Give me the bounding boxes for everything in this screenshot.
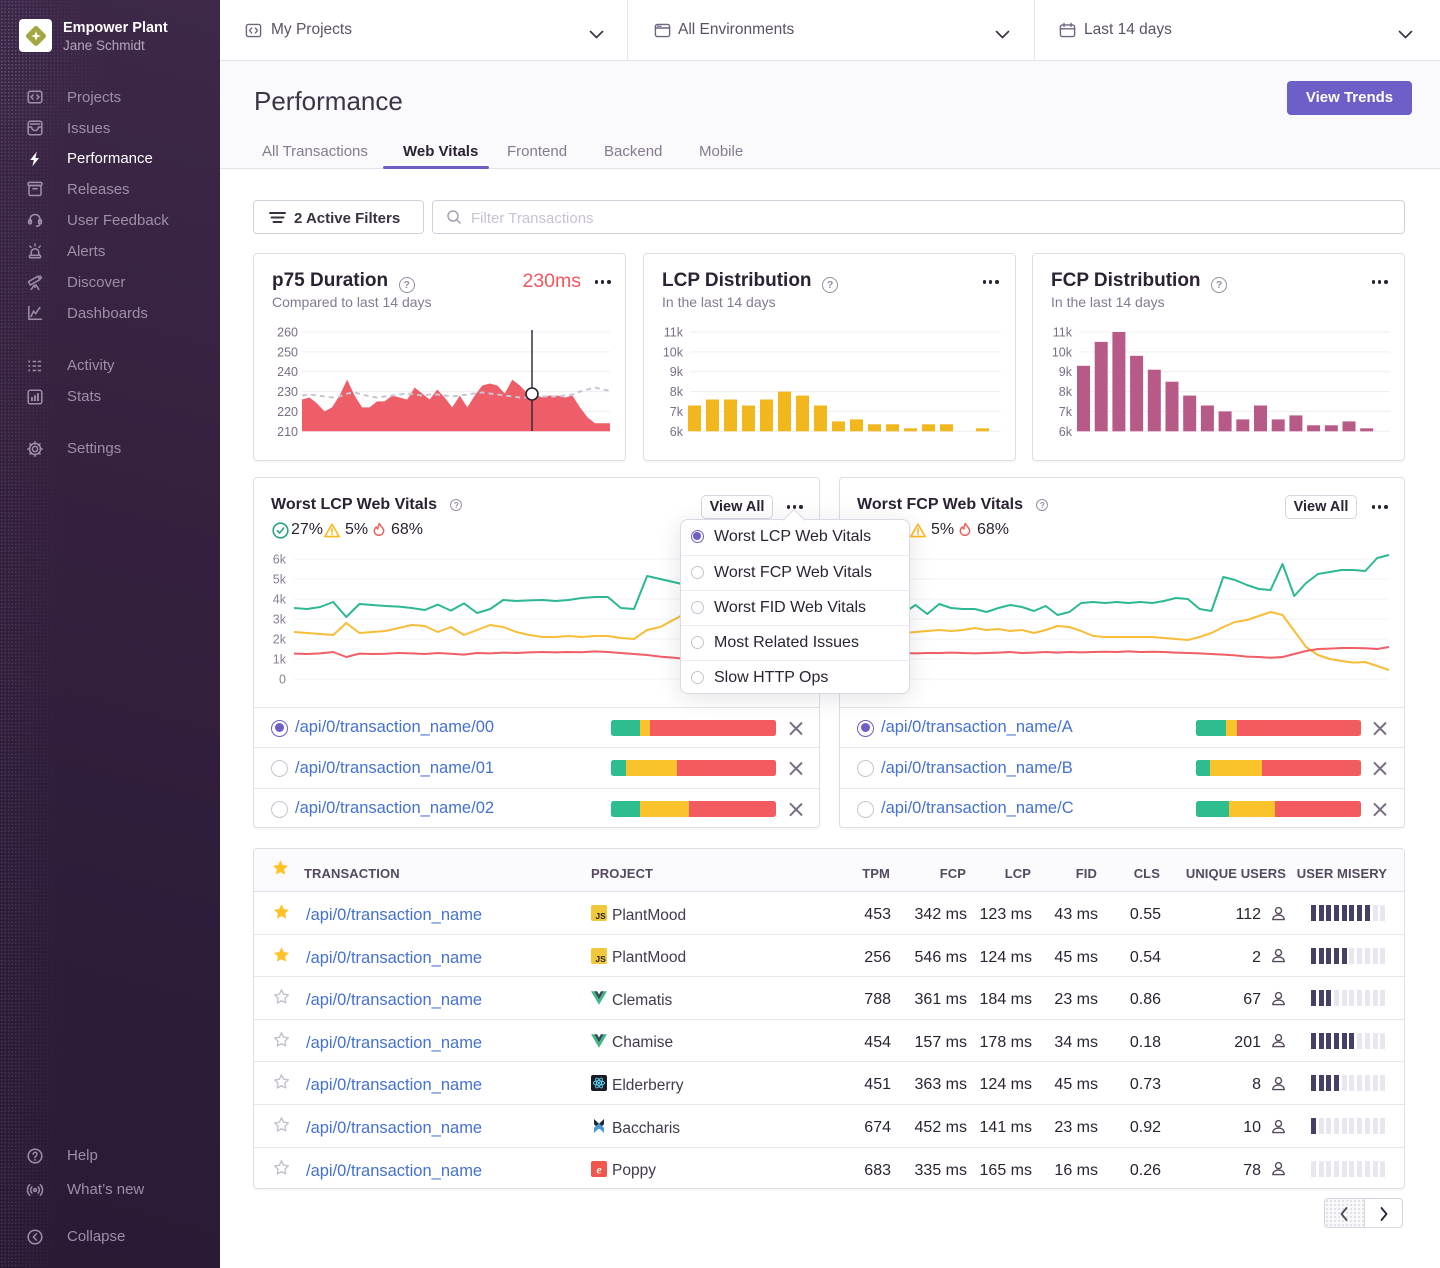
- svg-text:6k: 6k: [273, 553, 287, 567]
- svg-text:7k: 7k: [670, 405, 684, 419]
- svg-text:220: 220: [277, 405, 298, 419]
- svg-text:2k: 2k: [273, 633, 287, 647]
- svg-text:250: 250: [277, 345, 298, 359]
- svg-text:8k: 8k: [670, 385, 684, 399]
- svg-text:JS: JS: [595, 954, 606, 964]
- svg-text:3k: 3k: [273, 613, 287, 627]
- svg-text:4k: 4k: [273, 593, 287, 607]
- svg-text:6k: 6k: [670, 425, 684, 439]
- svg-text:0: 0: [279, 673, 286, 687]
- svg-text:10k: 10k: [663, 345, 684, 359]
- svg-text:260: 260: [277, 326, 298, 340]
- svg-text:9k: 9k: [1059, 365, 1073, 379]
- svg-text:8k: 8k: [1059, 385, 1073, 399]
- svg-text:11k: 11k: [664, 326, 684, 340]
- svg-text:JS: JS: [595, 911, 606, 921]
- svg-text:240: 240: [277, 365, 298, 379]
- svg-text:7k: 7k: [1059, 405, 1073, 419]
- svg-text:230: 230: [277, 385, 298, 399]
- svg-text:5k: 5k: [273, 573, 287, 587]
- svg-text:9k: 9k: [670, 365, 684, 379]
- svg-text:210: 210: [277, 425, 298, 439]
- svg-text:11k: 11k: [1053, 326, 1073, 340]
- svg-text:10k: 10k: [1052, 345, 1073, 359]
- svg-text:1k: 1k: [273, 653, 287, 667]
- svg-text:6k: 6k: [1059, 425, 1073, 439]
- svg-text:e: e: [596, 1162, 602, 1176]
